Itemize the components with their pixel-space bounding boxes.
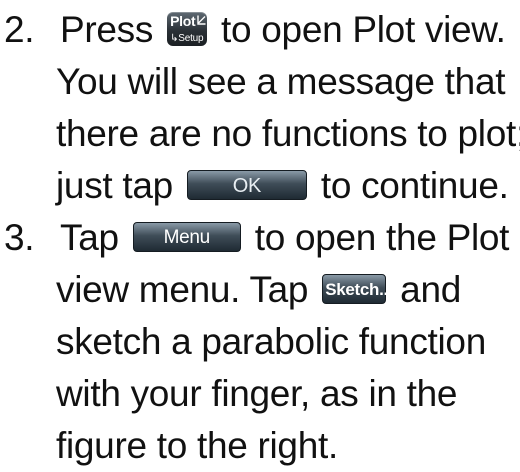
step-2-line-1: 2. Press Plot ↳Setup to open Plot view. (0, 4, 506, 56)
ok-button[interactable]: OK (186, 170, 307, 201)
step-3-line-4: with your finger, as in the (56, 373, 458, 414)
step-3-line-1-rest: to open the Plot (254, 217, 510, 258)
step-2-continue-text: to continue. (320, 165, 509, 206)
plot-key-label: Plot (170, 13, 196, 30)
plot-axes-icon (197, 15, 206, 25)
menu-button[interactable]: Menu (132, 222, 241, 253)
step-2-press-text: Press (60, 9, 154, 50)
step-2-line-1-rest: to open Plot view. (221, 9, 506, 50)
step-2-line-3: there are no functions to plot; (56, 113, 520, 154)
step-3-line-2: view menu. Tap Sketch.. and (56, 264, 461, 316)
step-3-line-3: sketch a parabolic function (56, 321, 486, 362)
step-3-line-1: 3. Tap Menu to open the Plot (0, 212, 509, 264)
step-2-line-2: You will see a message that (56, 61, 506, 102)
step-3-and-text: and (400, 269, 462, 310)
setup-key-label: ↳Setup (170, 33, 204, 45)
step-3-line-5: figure to the right. (56, 425, 338, 466)
instruction-steps: 2. Press Plot ↳Setup to open Plot view. Y… (0, 0, 520, 466)
step-3-view-menu-text: view menu. Tap (56, 269, 309, 310)
step-2-number: 2. (4, 9, 35, 50)
plot-setup-key[interactable]: Plot ↳Setup (167, 12, 208, 47)
sketch-button[interactable]: Sketch.. (322, 274, 388, 305)
step-2-just-tap-text: just tap (56, 165, 173, 206)
step-3-tap-text: Tap (60, 217, 119, 258)
step-2-line-4: just tap OK to continue. (56, 160, 509, 212)
step-3-number: 3. (4, 217, 35, 258)
